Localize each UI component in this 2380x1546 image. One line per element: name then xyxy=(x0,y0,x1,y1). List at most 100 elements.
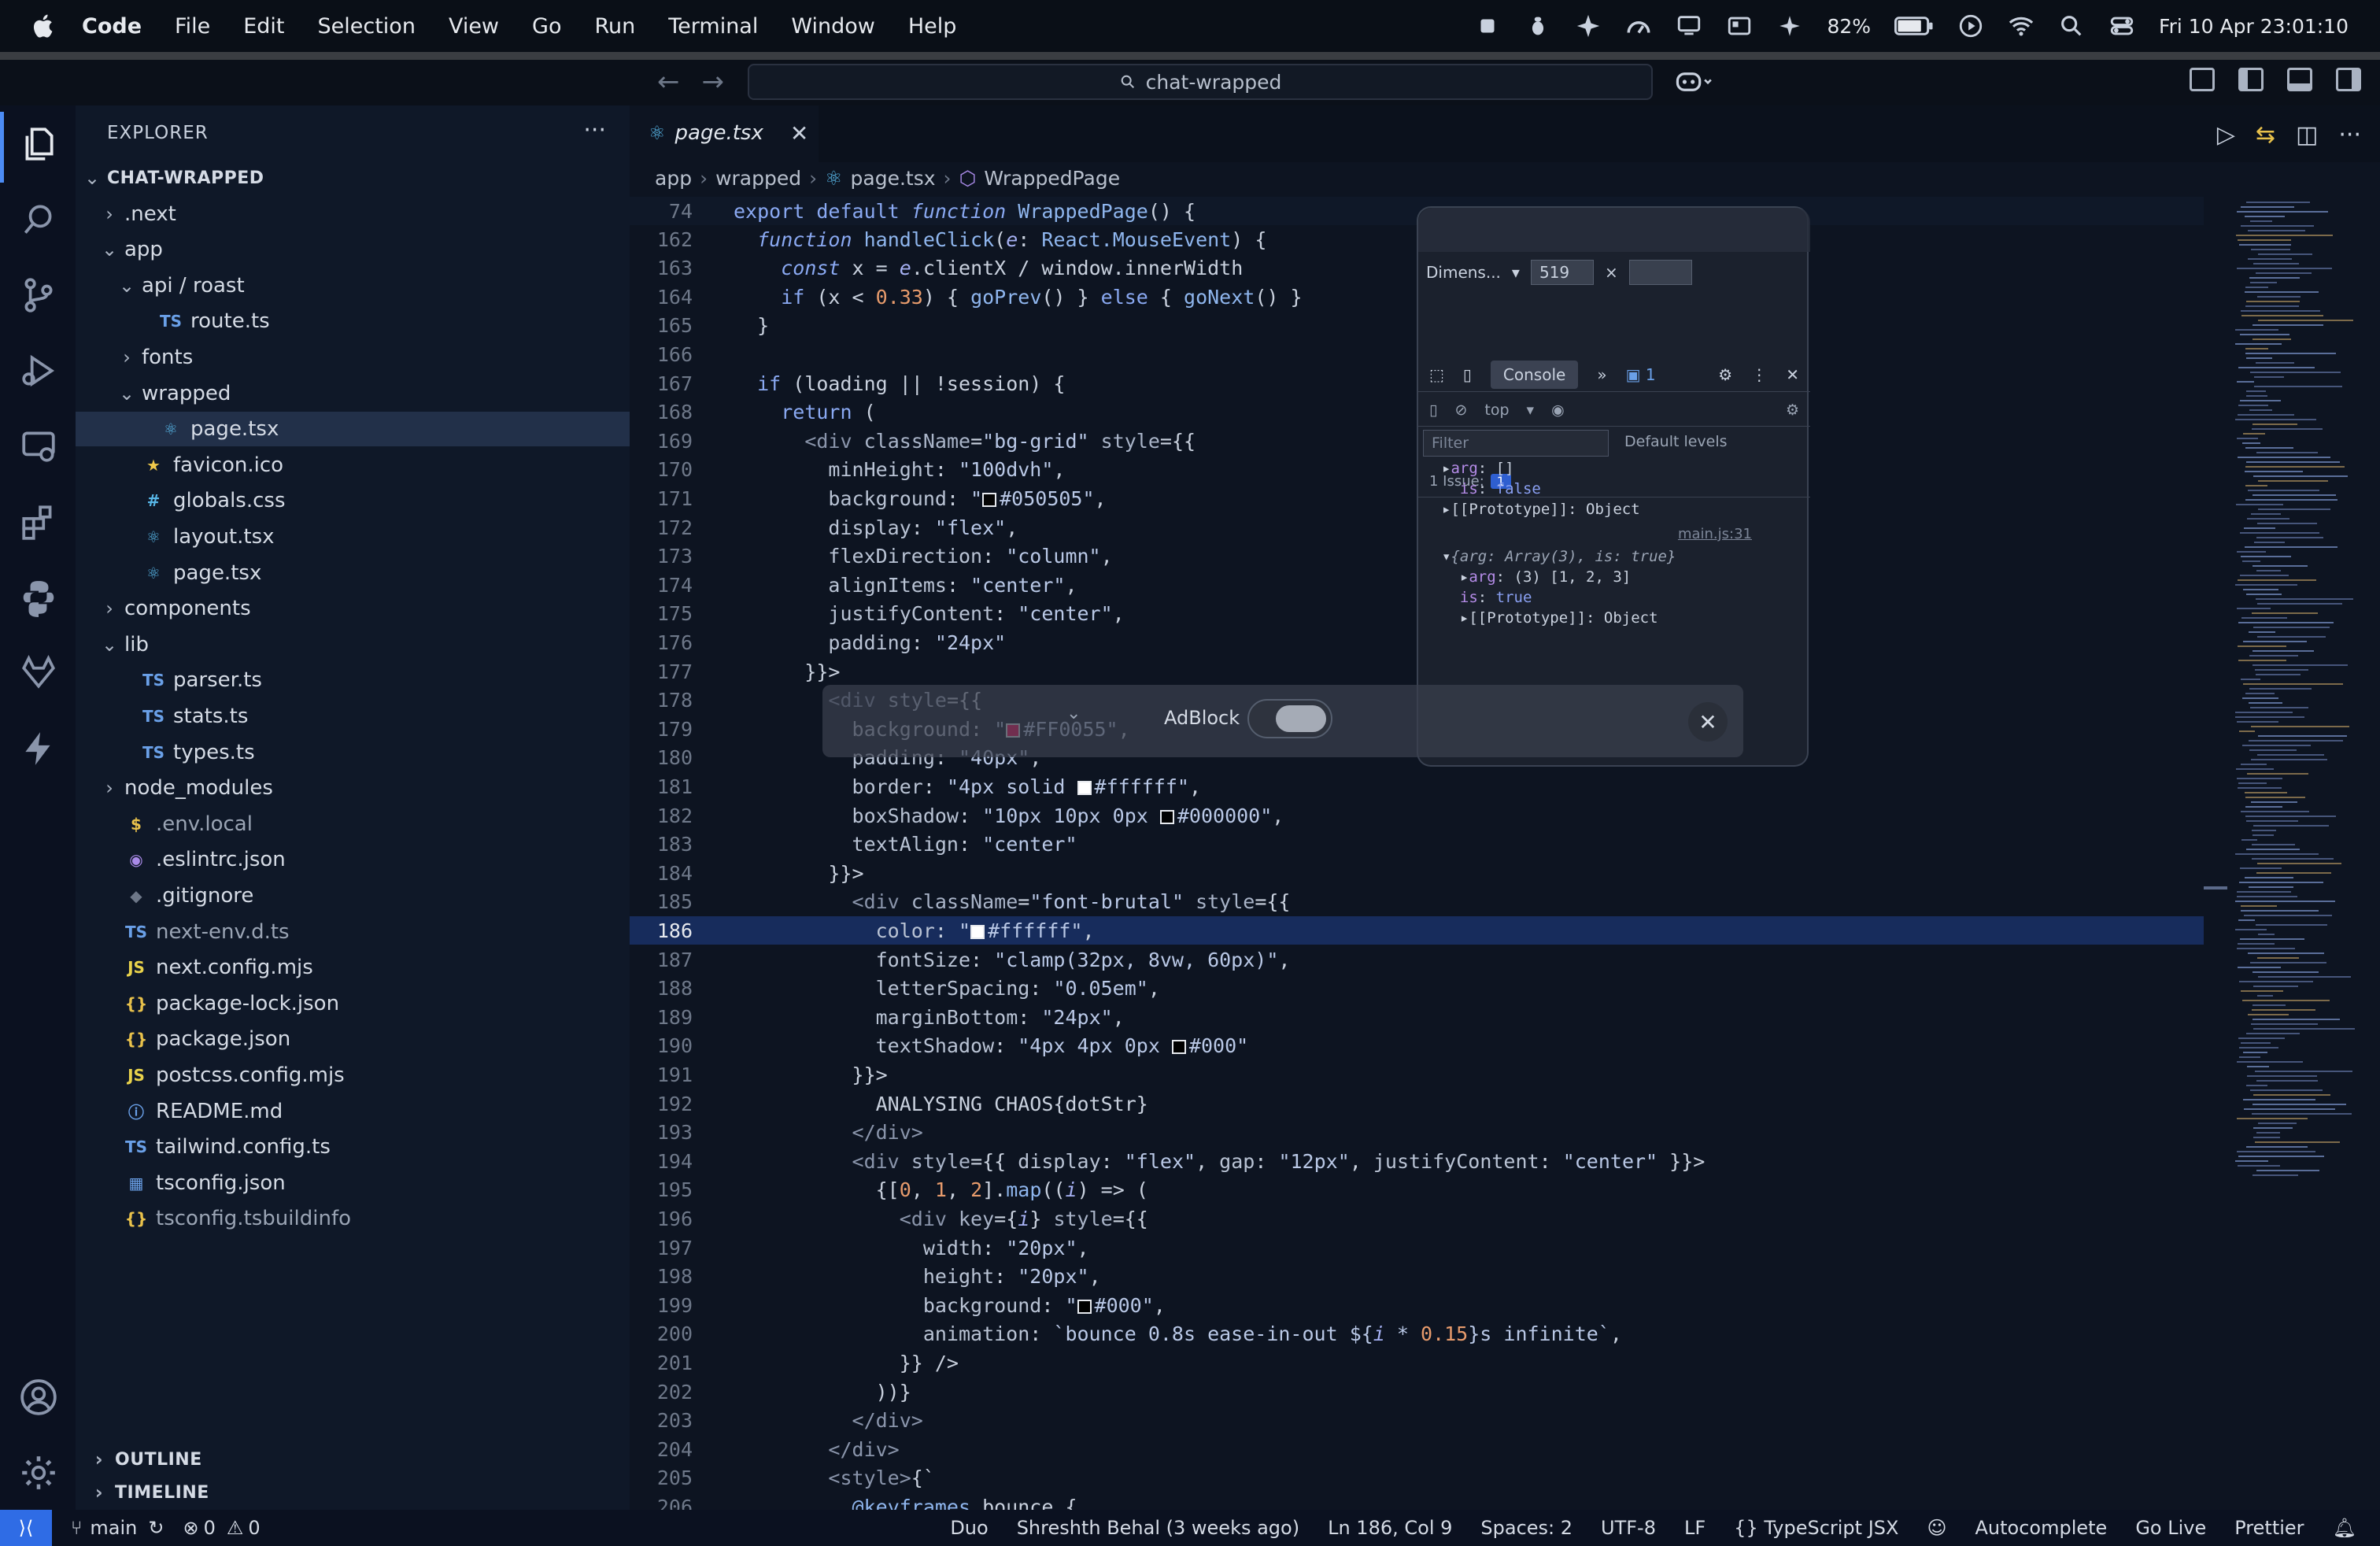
ai-star-icon[interactable] xyxy=(1776,13,1803,39)
devtools-overlay-window[interactable]: Dimens... ▾ 519 × ⬚ ▯ Console » ▣ 1 ⚙ ⋮ … xyxy=(1417,206,1810,767)
tree-item[interactable]: ⚛ layout.tsx xyxy=(76,520,630,554)
sidebar-toggle-icon[interactable]: ▯ xyxy=(1429,401,1437,419)
more-tabs-icon[interactable]: » xyxy=(1597,365,1606,384)
menu-selection[interactable]: Selection xyxy=(318,14,416,39)
settings-gear-icon[interactable] xyxy=(19,1453,58,1492)
device-toolbar-icon[interactable]: ▯ xyxy=(1463,365,1472,384)
close-icon[interactable]: ✕ xyxy=(1786,365,1799,384)
tree-item[interactable]: ⚛ page.tsx xyxy=(76,412,630,447)
breadcrumb-wrapped[interactable]: wrapped xyxy=(715,167,801,190)
log-source-link[interactable]: main.js:31 xyxy=(1678,526,1752,542)
tree-item[interactable]: TS next-env.d.ts xyxy=(76,915,630,949)
tree-item[interactable]: ⌄ CHAT-WRAPPED xyxy=(76,161,630,195)
code-line[interactable]: 206 @keyframes bounce { xyxy=(630,1492,2204,1510)
code-line[interactable]: 203 </div> xyxy=(630,1407,2204,1435)
code-line[interactable]: 189 marginBottom: "24px", xyxy=(630,1003,2204,1031)
tab-console[interactable]: Console xyxy=(1490,360,1579,389)
timeline-panel-header[interactable]: › TIMELINE xyxy=(76,1475,630,1510)
tree-item[interactable]: {} package-lock.json xyxy=(76,986,630,1021)
play-circle-icon[interactable] xyxy=(1957,13,1984,39)
viewport-width-input[interactable]: 519 xyxy=(1530,260,1594,285)
spotlight-search-icon[interactable] xyxy=(2058,13,2085,39)
tree-item[interactable]: # globals.css xyxy=(76,483,630,518)
console-log-line[interactable]: is: false xyxy=(1442,480,1541,497)
code-line[interactable]: 196 <div key={i} style={{ xyxy=(630,1204,2204,1233)
log-levels-select[interactable]: Default levels xyxy=(1624,433,1728,450)
code-line[interactable]: 183 textAlign: "center" xyxy=(630,830,2204,859)
toggle-sidebar-icon[interactable] xyxy=(2238,68,2264,91)
gitlab-icon[interactable] xyxy=(19,653,58,693)
console-filter-input[interactable]: Filter xyxy=(1423,430,1609,457)
menu-go[interactable]: Go xyxy=(532,14,561,39)
sparkle-icon[interactable] xyxy=(1575,13,1602,39)
status-duo[interactable]: Duo xyxy=(950,1517,988,1539)
back-arrow-icon[interactable]: ← xyxy=(657,66,680,98)
battery-icon[interactable] xyxy=(1894,13,1934,39)
menu-file[interactable]: File xyxy=(175,14,210,39)
console-log-line[interactable]: ▸arg: [] xyxy=(1442,460,1514,477)
tab-page-tsx[interactable]: ⚛ page.tsx ✕ xyxy=(630,105,819,162)
status-cursor-position[interactable]: Ln 186, Col 9 xyxy=(1328,1517,1452,1539)
tree-item[interactable]: › fonts xyxy=(76,340,630,375)
code-line[interactable]: 191 }}> xyxy=(630,1060,2204,1089)
issues-counter-icon[interactable]: ▣ 1 xyxy=(1626,365,1656,384)
tree-item[interactable]: ▦ tsconfig.json xyxy=(76,1166,630,1200)
tree-item[interactable]: ◆ .gitignore xyxy=(76,878,630,913)
code-line[interactable]: 200 animation: `bounce 0.8s ease-in-out … xyxy=(630,1320,2204,1348)
toggle-panel-icon[interactable] xyxy=(2287,68,2312,91)
code-line[interactable]: 199 background: " #000", xyxy=(630,1291,2204,1319)
code-line[interactable]: 197 width: "20px", xyxy=(630,1233,2204,1262)
more-actions-icon[interactable]: ··· xyxy=(2338,121,2361,149)
code-line[interactable]: 190 textShadow: "4px 4px 0px #000" xyxy=(630,1032,2204,1060)
status-autocomplete[interactable]: Autocomplete xyxy=(1975,1517,2108,1539)
tree-item[interactable]: TS stats.ts xyxy=(76,699,630,734)
apple-icon[interactable] xyxy=(30,12,58,40)
console-log-line[interactable]: is: true xyxy=(1442,589,1532,606)
breadcrumb-file[interactable]: page.tsx xyxy=(851,167,936,190)
console-log-line[interactable]: ▾{arg: Array(3), is: true} xyxy=(1442,548,1676,565)
compare-changes-icon[interactable]: ⇆ xyxy=(2256,121,2275,149)
tree-item[interactable]: {} package.json xyxy=(76,1022,630,1056)
inspect-element-icon[interactable]: ⬚ xyxy=(1429,365,1444,384)
code-line[interactable]: 193 </div> xyxy=(630,1119,2204,1147)
code-line[interactable]: 192 ANALYSING CHAOS{dotStr} xyxy=(630,1089,2204,1118)
code-line[interactable]: 202 ))} xyxy=(630,1378,2204,1406)
remote-indicator-icon[interactable]: ⟩⟨ xyxy=(0,1510,52,1546)
menu-view[interactable]: View xyxy=(449,14,499,39)
search-icon[interactable] xyxy=(19,200,58,239)
customize-layout-icon[interactable] xyxy=(2190,68,2215,91)
tree-item[interactable]: $ .env.local xyxy=(76,807,630,841)
tree-item[interactable]: TS tailwind.config.ts xyxy=(76,1130,630,1164)
tree-item[interactable]: JS postcss.config.mjs xyxy=(76,1058,630,1093)
status-language[interactable]: {} TypeScript JSX xyxy=(1734,1517,1898,1539)
tree-item[interactable]: ◉ .eslintrc.json xyxy=(76,842,630,877)
status-eol[interactable]: LF xyxy=(1684,1517,1706,1539)
more-actions-icon[interactable]: ⋮ xyxy=(1751,365,1767,384)
outline-panel-header[interactable]: › OUTLINE xyxy=(76,1442,630,1477)
status-prettier[interactable]: Prettier xyxy=(2234,1517,2304,1539)
source-control-icon[interactable] xyxy=(19,276,58,315)
menu-window[interactable]: Window xyxy=(791,14,874,39)
eye-icon[interactable]: ◉ xyxy=(1551,401,1565,419)
tree-item[interactable]: JS next.config.mjs xyxy=(76,950,630,985)
python-icon[interactable] xyxy=(19,578,58,617)
code-line[interactable]: 186 color: " #ffffff", xyxy=(630,916,2204,945)
code-line[interactable]: 194 <div style={{ display: "flex", gap: … xyxy=(630,1147,2204,1175)
command-center-search[interactable]: chat-wrapped xyxy=(748,64,1653,100)
tree-item[interactable]: ⌄ app xyxy=(76,232,630,267)
close-icon[interactable]: ✕ xyxy=(1688,702,1728,742)
menubar-clock[interactable]: Fri 10 Apr 23:01:10 xyxy=(2159,15,2349,38)
code-line[interactable]: 205 <style>{` xyxy=(630,1464,2204,1492)
tree-item[interactable]: ⌄ api / roast xyxy=(76,268,630,303)
console-log-line[interactable]: ▸arg: (3) [1, 2, 3] xyxy=(1442,568,1631,586)
console-log-line[interactable]: ▸[[Prototype]]: Object xyxy=(1442,609,1658,627)
control-center-icon[interactable] xyxy=(2108,13,2135,39)
code-line[interactable]: 195 {[0, 1, 2].map((i) => ( xyxy=(630,1176,2204,1204)
stop-recording-icon[interactable] xyxy=(1474,13,1501,39)
device-dimensions-select[interactable]: Dimens... xyxy=(1426,263,1501,282)
tree-item[interactable]: ⚛ page.tsx xyxy=(76,556,630,590)
menu-app-name[interactable]: Code xyxy=(82,14,142,39)
tree-item[interactable]: ⌄ lib xyxy=(76,627,630,662)
code-line[interactable]: 204 </div> xyxy=(630,1435,2204,1463)
menu-terminal[interactable]: Terminal xyxy=(668,14,758,39)
